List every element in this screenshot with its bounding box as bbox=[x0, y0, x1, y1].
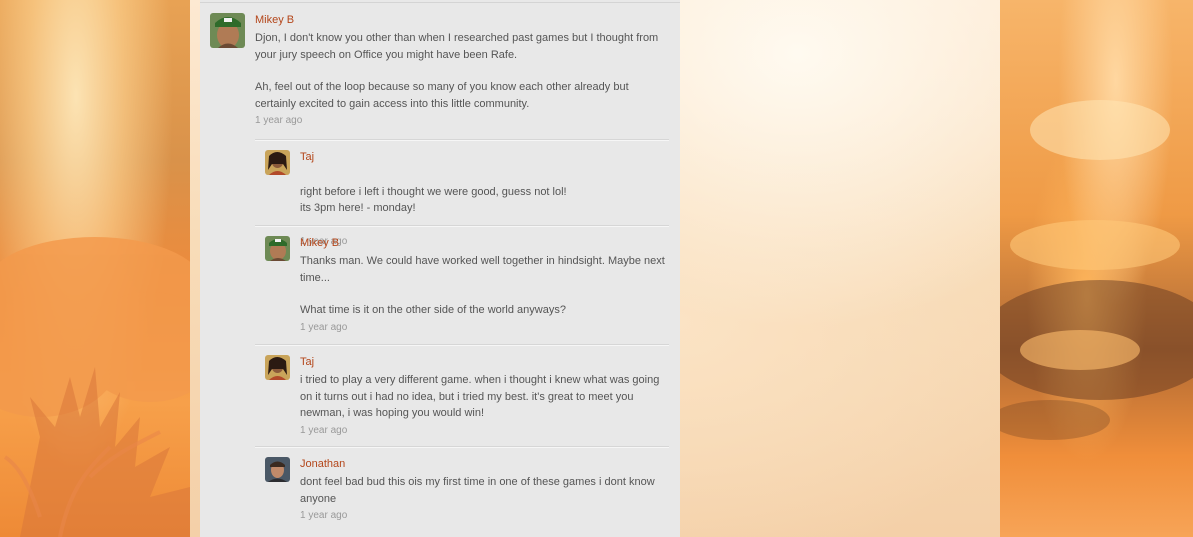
comment-text: Thanks man. We could have worked well to… bbox=[300, 255, 665, 284]
tree-silhouette-graphic bbox=[0, 237, 190, 537]
reply-comment: Jonathan dont feel bad bud this ois my f… bbox=[265, 457, 670, 523]
divider bbox=[255, 446, 669, 447]
user-avatar-icon[interactable] bbox=[265, 150, 290, 175]
divider bbox=[255, 225, 669, 226]
divider bbox=[200, 2, 680, 3]
comment-timestamp: 1 year ago bbox=[300, 424, 348, 436]
user-avatar-icon[interactable] bbox=[210, 13, 245, 48]
user-avatar-icon[interactable] bbox=[265, 236, 290, 261]
sunset-background-right bbox=[1000, 0, 1193, 537]
divider bbox=[255, 344, 669, 345]
comments-column: Mikey B Djon, I don't know you other tha… bbox=[200, 0, 680, 537]
comment-text: Ah, feel out of the loop because so many… bbox=[255, 81, 629, 110]
comment: Mikey B Djon, I don't know you other tha… bbox=[210, 13, 670, 128]
reply-comment: Mikey B Thanks man. We could have worked… bbox=[265, 236, 670, 335]
comment-author-link[interactable]: Mikey B bbox=[255, 13, 670, 27]
reply-comment: Taj right before i left i thought we wer… bbox=[265, 150, 670, 249]
comment-author-link[interactable]: Jonathan bbox=[300, 457, 670, 471]
comment-text: What time is it on the other side of the… bbox=[300, 304, 566, 316]
comment-timestamp: 1 year ago bbox=[255, 115, 303, 126]
comment-timestamp: 1 year ago bbox=[300, 321, 348, 333]
sunset-background-left bbox=[0, 0, 190, 537]
comment-author-link[interactable]: Mikey B bbox=[300, 236, 670, 250]
user-avatar-icon[interactable] bbox=[265, 355, 290, 380]
comment-author-link[interactable]: Taj bbox=[300, 355, 670, 369]
comment-text: right before i left i thought we were go… bbox=[300, 185, 567, 215]
reply-comment: Taj i tried to play a very different gam… bbox=[265, 355, 670, 438]
comment-text: i tried to play a very different game. w… bbox=[300, 374, 660, 419]
user-avatar-icon[interactable] bbox=[265, 457, 290, 482]
divider bbox=[255, 139, 669, 140]
comment-timestamp: 1 year ago bbox=[300, 510, 348, 521]
comment-text: dont feel bad bud this ois my first time… bbox=[300, 476, 655, 505]
comment-text: Djon, I don't know you other than when I… bbox=[255, 32, 659, 61]
comment-author-link[interactable]: Taj bbox=[300, 150, 670, 164]
